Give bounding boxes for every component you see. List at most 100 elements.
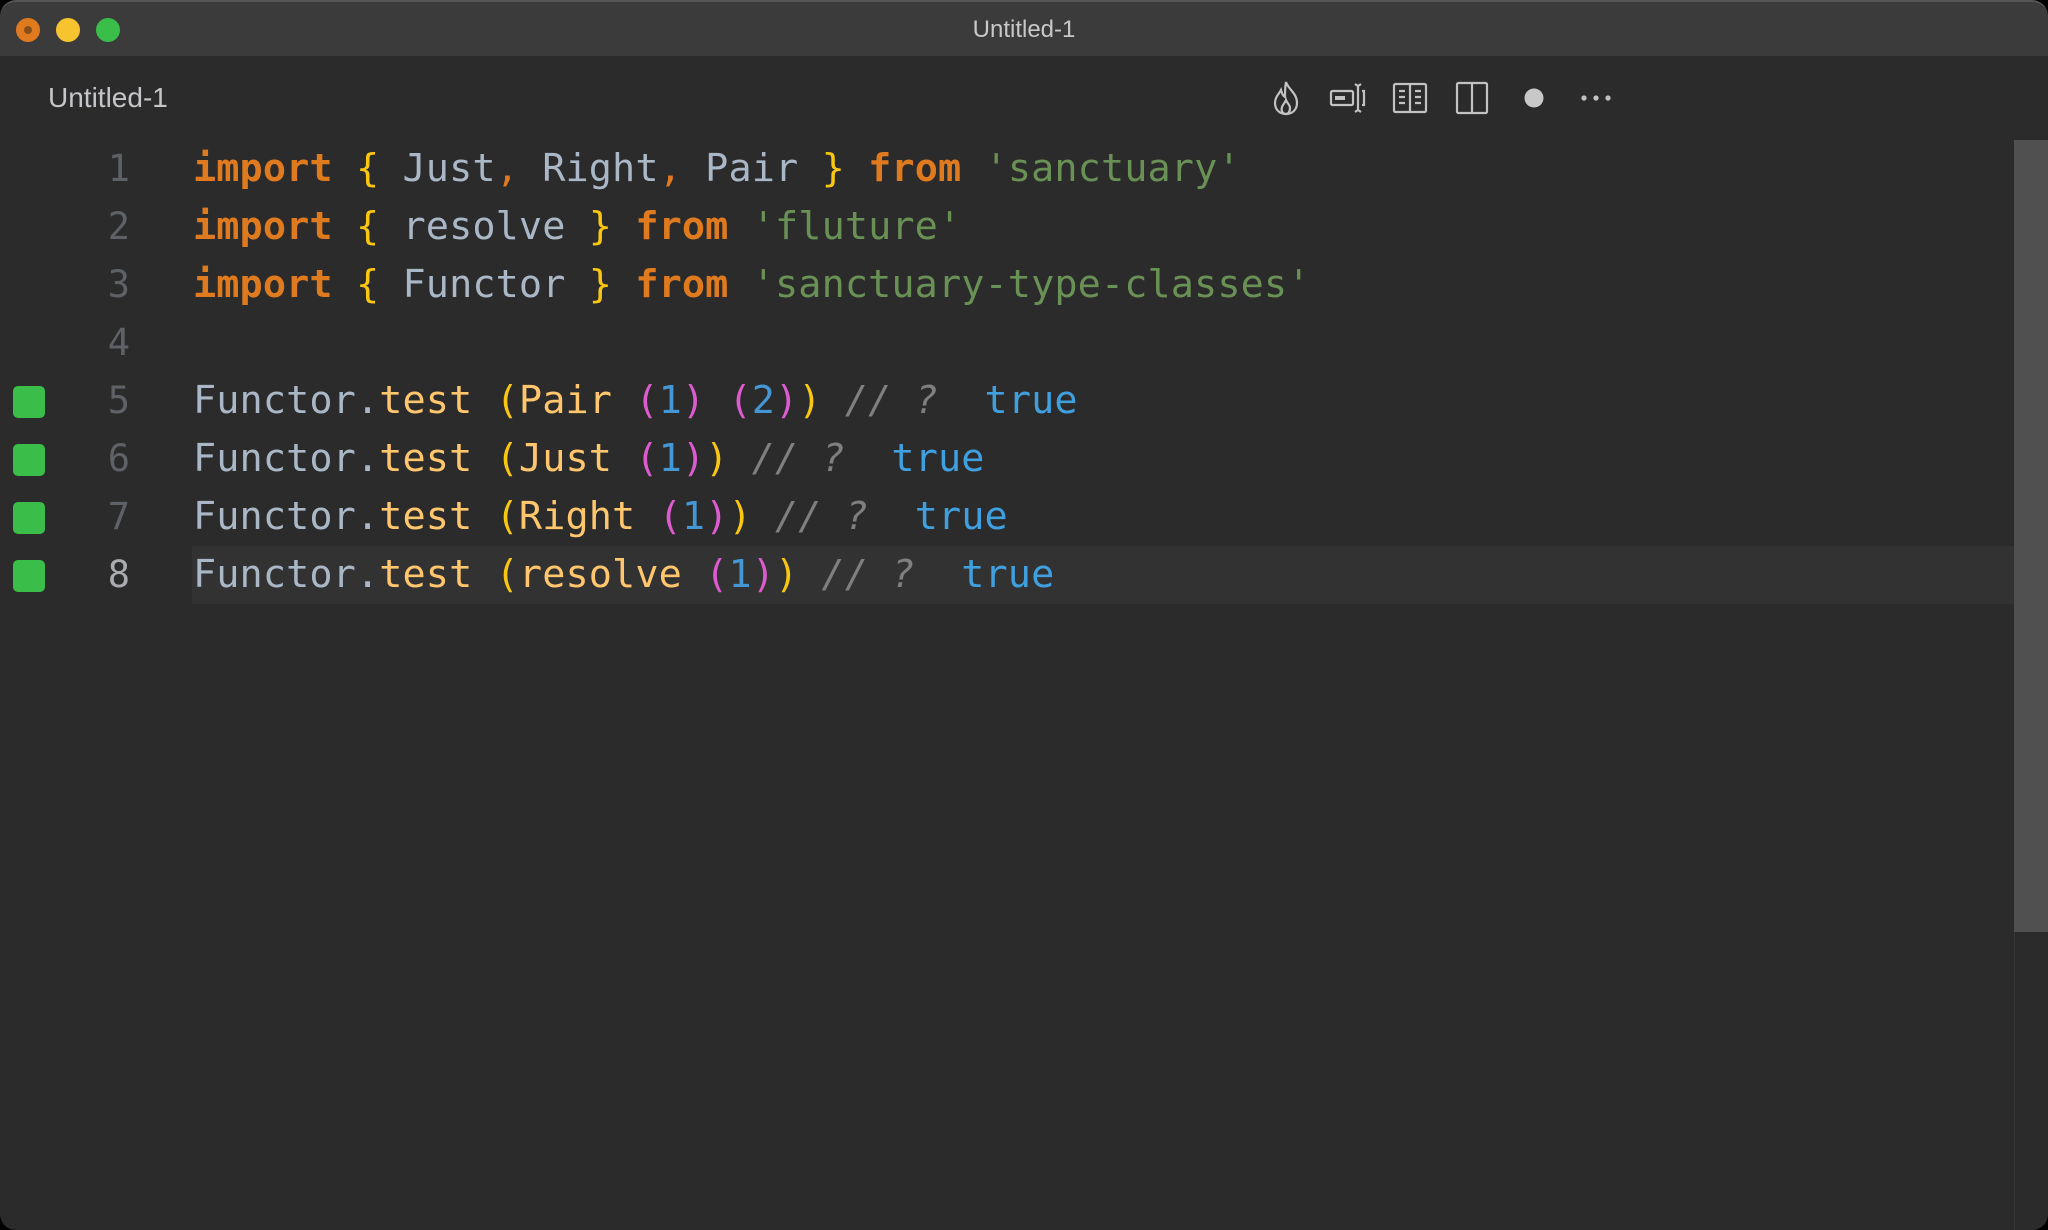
code-token: // ? bbox=[821, 378, 938, 423]
code-token: Right bbox=[518, 494, 636, 539]
coverage-marker-icon[interactable] bbox=[13, 560, 45, 592]
code-token: Just bbox=[379, 146, 496, 191]
coverage-marker-icon[interactable] bbox=[13, 444, 45, 476]
code-token: ( bbox=[728, 378, 752, 423]
code-token: Functor bbox=[379, 262, 589, 307]
code-text: Functor.test (resolve (1)) // ? true bbox=[193, 546, 1054, 604]
code-token: . bbox=[355, 436, 380, 481]
code-token: // ? bbox=[798, 552, 915, 597]
unsaved-indicator-button[interactable] bbox=[1514, 78, 1554, 118]
code-token: 'fluture' bbox=[751, 204, 962, 249]
code-line[interactable]: 8 Functor.test (resolve (1)) // ? true bbox=[0, 546, 2014, 604]
code-token: 'sanctuary-type-classes' bbox=[751, 262, 1311, 307]
code-token: Just bbox=[518, 436, 613, 481]
more-actions-button[interactable] bbox=[1576, 78, 1616, 118]
code-token: ) bbox=[798, 378, 822, 423]
code-token: { bbox=[355, 204, 380, 249]
code-token: } bbox=[588, 262, 613, 307]
code-token: 1 bbox=[658, 378, 682, 423]
code-token: from bbox=[635, 204, 729, 249]
code-token: ( bbox=[495, 378, 519, 423]
code-token: from bbox=[868, 146, 962, 191]
code-line[interactable]: 4 bbox=[0, 314, 2014, 372]
code-token: import bbox=[193, 262, 333, 307]
code-token: } bbox=[588, 204, 613, 249]
coverage-marker-icon[interactable] bbox=[13, 502, 45, 534]
line-number: 3 bbox=[107, 263, 130, 306]
code-token: Pair bbox=[681, 146, 822, 191]
code-token: ) bbox=[775, 378, 799, 423]
line-number: 8 bbox=[107, 553, 130, 596]
code-text: Functor.test (Right (1)) // ? true bbox=[193, 488, 1008, 546]
tab-untitled-1[interactable]: Untitled-1 bbox=[48, 56, 168, 140]
code-token: ) bbox=[728, 494, 752, 539]
code-token: true bbox=[891, 436, 985, 481]
code-line[interactable]: 2 import { resolve } from 'fluture' bbox=[0, 198, 2014, 256]
code-token: { bbox=[355, 146, 380, 191]
run-button[interactable] bbox=[1266, 78, 1306, 118]
code-token: import bbox=[193, 146, 333, 191]
code-line[interactable]: 7 Functor.test (Right (1)) // ? true bbox=[0, 488, 2014, 546]
code-token: 2 bbox=[751, 378, 776, 423]
code-editor[interactable]: 1 import { Just, Right, Pair } from 'sanc… bbox=[0, 140, 2014, 1230]
code-token: test bbox=[379, 552, 473, 597]
line-number: 4 bbox=[107, 321, 130, 364]
text-cursor-box-icon bbox=[1329, 83, 1366, 113]
code-text: import { Functor } from 'sanctuary-type-… bbox=[193, 256, 1310, 314]
title-bar: Untitled-1 bbox=[0, 0, 2048, 56]
flame-icon bbox=[1273, 81, 1299, 116]
code-token: ( bbox=[635, 436, 659, 481]
code-token: Functor bbox=[193, 552, 356, 597]
open-preview-button[interactable] bbox=[1390, 78, 1430, 118]
code-text: Functor.test (Just (1)) // ? true bbox=[193, 430, 985, 488]
code-token: ( bbox=[658, 494, 682, 539]
coverage-marker-icon[interactable] bbox=[13, 386, 45, 418]
code-token: ( bbox=[495, 494, 519, 539]
tab-bar: Untitled-1 bbox=[0, 56, 2048, 140]
open-book-icon bbox=[1392, 82, 1428, 114]
code-token: ) bbox=[681, 436, 706, 481]
code-text: Functor.test (Pair (1) (2)) // ? true bbox=[193, 372, 1078, 430]
code-line[interactable]: 5 Functor.test (Pair (1) (2)) // ? true bbox=[0, 372, 2014, 430]
code-token: ) bbox=[751, 552, 775, 597]
code-token: ) bbox=[681, 378, 706, 423]
code-token: test bbox=[379, 494, 473, 539]
vertical-scrollbar-thumb[interactable] bbox=[2014, 140, 2048, 932]
line-number: 7 bbox=[107, 495, 130, 538]
code-token: . bbox=[355, 552, 380, 597]
code-token: . bbox=[355, 378, 380, 423]
code-line[interactable]: 6 Functor.test (Just (1)) // ? true bbox=[0, 430, 2014, 488]
toggle-inline-values-button[interactable] bbox=[1328, 78, 1368, 118]
code-token: true bbox=[961, 552, 1055, 597]
code-token: Functor bbox=[193, 378, 356, 423]
more-icon bbox=[1581, 95, 1611, 101]
code-token: // ? bbox=[728, 436, 845, 481]
code-token: from bbox=[635, 262, 729, 307]
code-line[interactable]: 3 import { Functor } from 'sanctuary-type… bbox=[0, 256, 2014, 314]
window-title: Untitled-1 bbox=[972, 16, 1076, 43]
code-token: , bbox=[658, 146, 682, 191]
code-token: Functor bbox=[193, 494, 356, 539]
code-line[interactable]: 1 import { Just, Right, Pair } from 'sanc… bbox=[0, 140, 2014, 198]
editor-window: Untitled-1 Untitled-1 1 import {Just, R… bbox=[0, 0, 2048, 1230]
split-editor-button[interactable] bbox=[1452, 78, 1492, 118]
line-number: 5 bbox=[107, 379, 130, 422]
code-token: Right bbox=[518, 146, 659, 191]
code-token: . bbox=[355, 494, 380, 539]
